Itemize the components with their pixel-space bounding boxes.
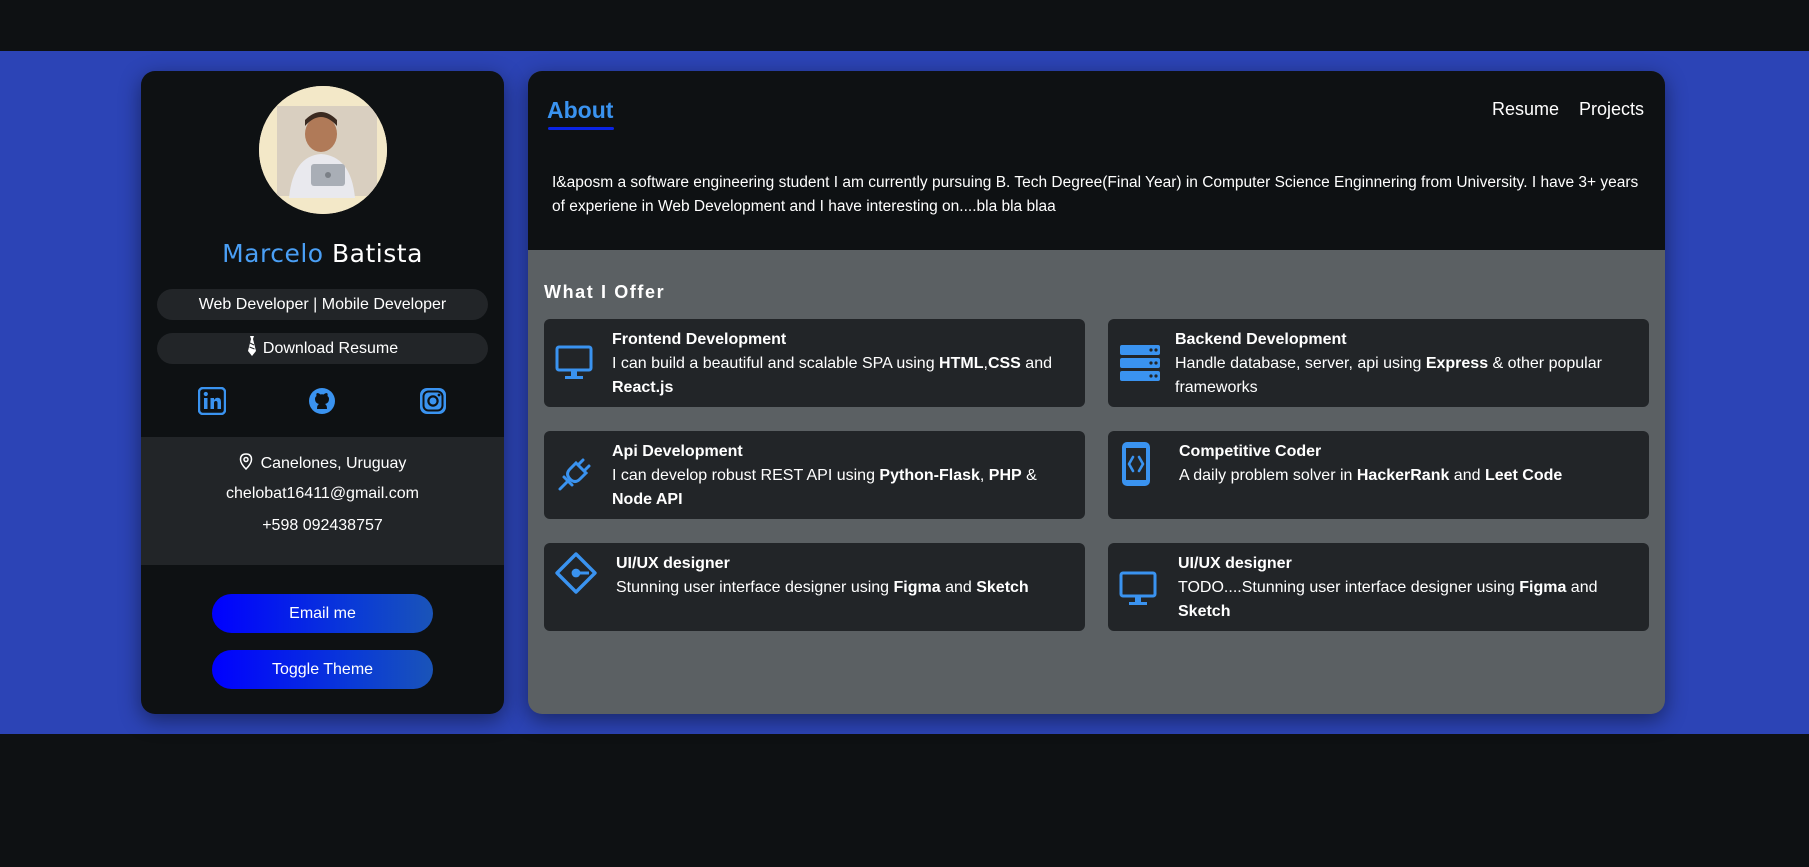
offer-card-text: UI/UX designer TODO....Stunning user int…	[1178, 552, 1635, 624]
role-badge: Web Developer | Mobile Developer	[157, 289, 488, 320]
avatar	[259, 86, 387, 214]
offer-keyword: Express	[1425, 355, 1489, 372]
offer-card-text: Competitive Coder A daily problem solver…	[1179, 440, 1635, 488]
offer-keyword: Python-Flask	[879, 467, 980, 484]
about-paragraph: I&aposm a software engineering student I…	[552, 174, 1639, 215]
location-pin-icon	[239, 453, 253, 475]
location-row: Canelones, Uruguay	[141, 453, 504, 475]
offer-desc: ,	[979, 467, 989, 484]
offer-card-title: Backend Development	[1175, 331, 1347, 348]
monitor-icon	[1118, 569, 1158, 609]
offer-keyword: HTML	[939, 355, 984, 372]
offer-card-text: Backend Development Handle database, ser…	[1175, 328, 1635, 400]
offer-keyword: Figma	[1519, 579, 1567, 596]
offer-desc: Handle database, server, api using	[1175, 355, 1426, 372]
offer-card-text: Frontend Development I can build a beaut…	[612, 328, 1071, 400]
download-resume-button[interactable]: Download Resume	[157, 333, 488, 364]
offer-desc: I can develop robust REST API using	[612, 467, 880, 484]
offer-keyword: PHP	[988, 467, 1022, 484]
offer-heading: What I Offer	[544, 282, 666, 302]
offer-desc: and	[940, 579, 977, 596]
profile-sidebar: Marcelo Batista Web Developer | Mobile D…	[141, 71, 504, 714]
offer-desc: I can build a beautiful and scalable SPA…	[612, 355, 940, 372]
last-name: Batista	[332, 239, 423, 268]
role-text: Web Developer | Mobile Developer	[198, 295, 447, 313]
offer-desc: TODO....Stunning user interface designer…	[1178, 579, 1520, 596]
download-resume-label: Download Resume	[262, 339, 399, 357]
page-title: About	[547, 97, 614, 123]
offer-card-api: Api Development I can develop robust RES…	[544, 431, 1085, 519]
offer-desc: and	[1449, 467, 1485, 484]
offer-card-uiux-todo: UI/UX designer TODO....Stunning user int…	[1108, 543, 1649, 631]
monitor-icon	[554, 343, 594, 383]
about-section: About Resume Projects I&aposm a software…	[528, 71, 1665, 250]
location-text: Canelones, Uruguay	[260, 455, 407, 472]
contact-info: Canelones, Uruguay chelobat16411@gmail.c…	[141, 437, 504, 565]
email-text: chelobat16411@gmail.com	[226, 485, 419, 502]
offer-desc: A daily problem solver in	[1179, 467, 1357, 484]
offer-card-text: Api Development I can develop robust RES…	[612, 440, 1071, 512]
offer-card-title: Api Development	[612, 443, 743, 460]
toggle-theme-button[interactable]: Toggle Theme	[212, 650, 433, 689]
offer-keyword: Sketch	[1178, 603, 1231, 620]
instagram-icon[interactable]	[419, 387, 447, 415]
design-diamond-icon	[554, 551, 597, 594]
offer-card-title: Competitive Coder	[1179, 443, 1322, 460]
offer-keyword: Figma	[893, 579, 941, 596]
offer-keyword: CSS	[987, 355, 1021, 372]
main-panel: About Resume Projects I&aposm a software…	[528, 71, 1665, 714]
offer-desc: &	[1021, 467, 1037, 484]
toggle-theme-label: Toggle Theme	[271, 660, 374, 678]
nav-resume-link[interactable]: Resume	[1492, 99, 1559, 120]
server-icon	[1118, 343, 1160, 383]
tie-icon	[247, 336, 257, 361]
offer-keyword: HackerRank	[1356, 467, 1450, 484]
phone-text: +598 092438757	[262, 517, 383, 534]
offer-card-frontend: Frontend Development I can build a beaut…	[544, 319, 1085, 407]
offer-card-text: UI/UX designer Stunning user interface d…	[616, 552, 1071, 600]
offer-keyword: Node API	[612, 491, 683, 508]
offer-card-competitive: Competitive Coder A daily problem solver…	[1108, 431, 1649, 519]
offer-desc: and	[1020, 355, 1052, 372]
github-icon[interactable]	[308, 387, 336, 415]
title-underline	[548, 127, 614, 130]
first-name: Marcelo	[222, 239, 324, 268]
social-links	[141, 386, 504, 417]
offer-card-title: Frontend Development	[612, 331, 787, 348]
offer-desc: Stunning user interface designer using	[616, 579, 894, 596]
nav-projects-link[interactable]: Projects	[1579, 99, 1644, 120]
offer-keyword: Leet Code	[1484, 467, 1563, 484]
offer-card-uiux: UI/UX designer Stunning user interface d…	[544, 543, 1085, 631]
offer-keyword: Sketch	[976, 579, 1029, 596]
offer-desc: and	[1566, 579, 1598, 596]
email-me-button[interactable]: Email me	[212, 594, 433, 633]
offer-card-title: UI/UX designer	[1178, 555, 1292, 572]
offer-card-backend: Backend Development Handle database, ser…	[1108, 319, 1649, 407]
email-me-label: Email me	[289, 604, 356, 622]
offer-card-title: UI/UX designer	[616, 555, 730, 572]
plug-icon	[554, 455, 594, 495]
code-phone-icon	[1118, 441, 1158, 486]
linkedin-icon[interactable]	[197, 386, 227, 416]
profile-name: Marcelo Batista	[141, 239, 504, 268]
offer-keyword: React.js	[612, 379, 674, 396]
